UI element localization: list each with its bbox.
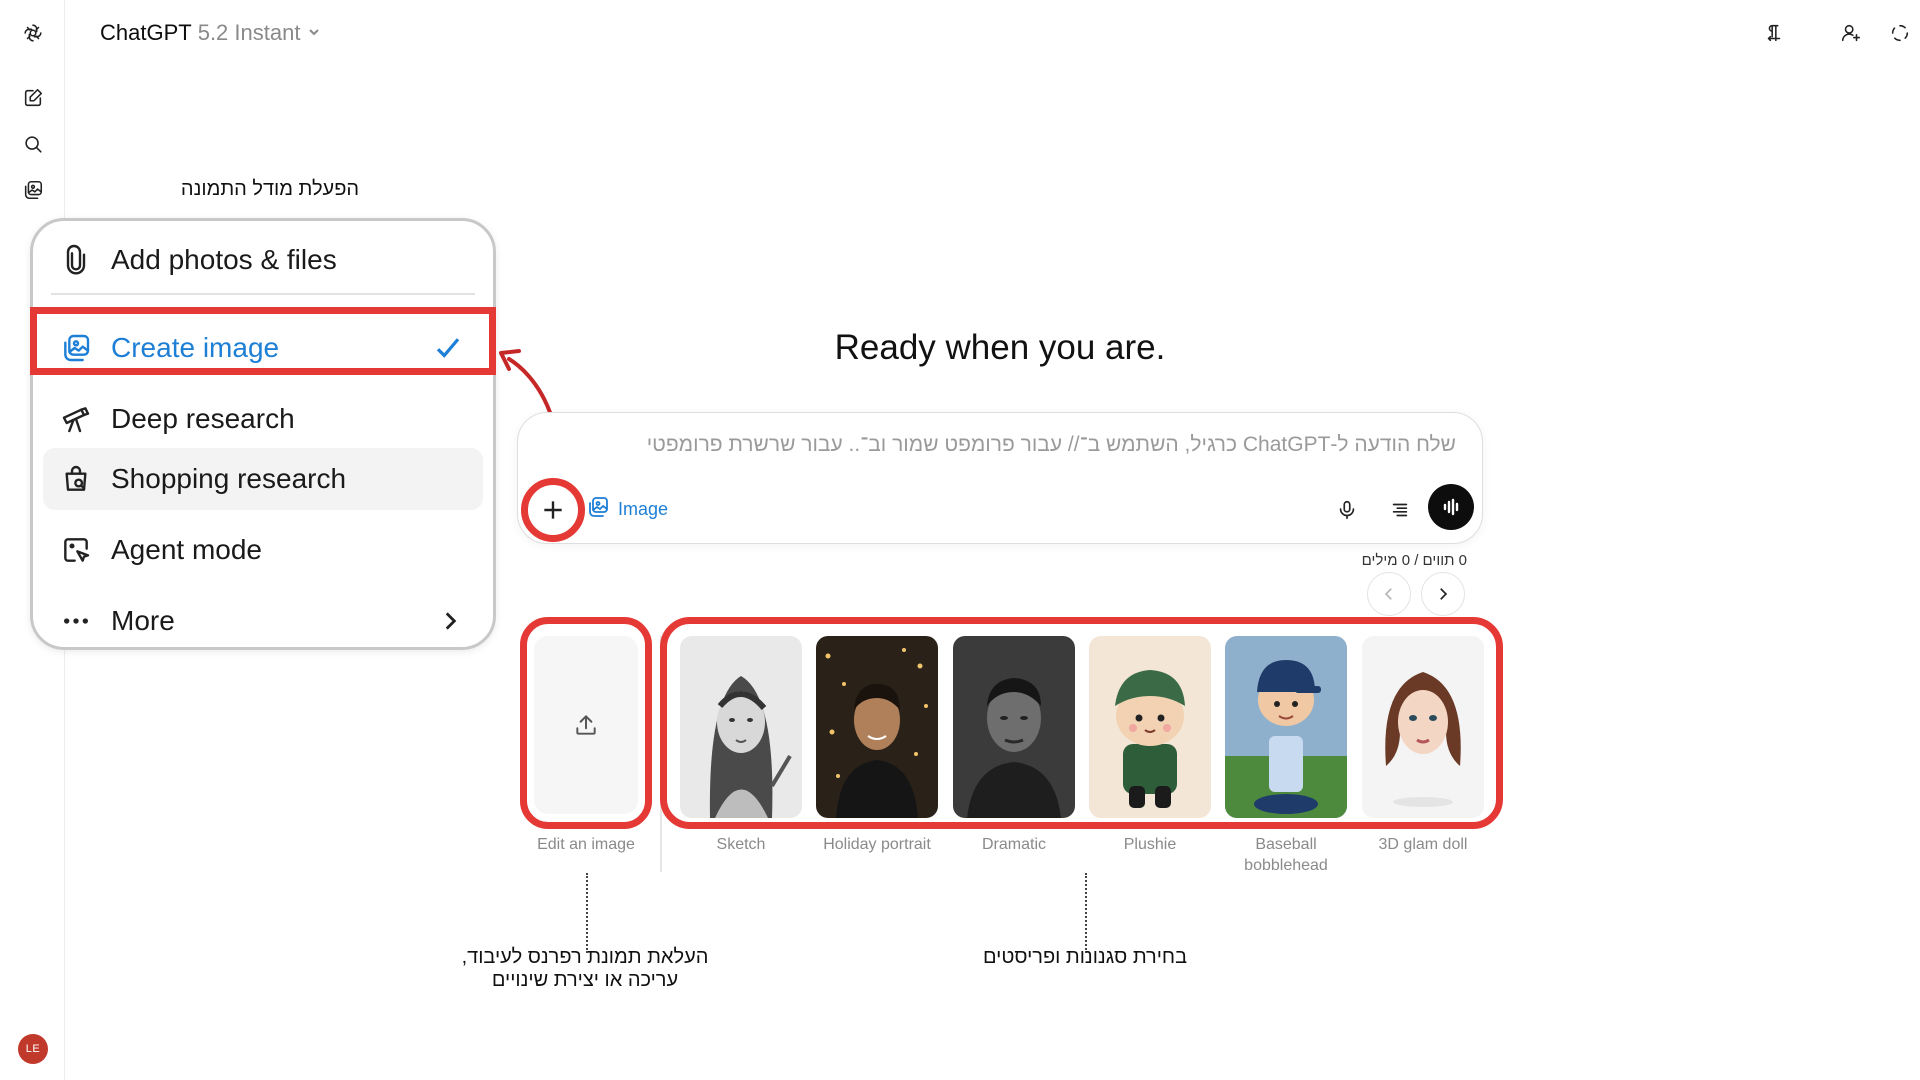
- menu-item-shopping-research[interactable]: Shopping research: [43, 448, 483, 510]
- edit-image-card[interactable]: [534, 636, 638, 814]
- model-name: ChatGPT: [100, 20, 192, 45]
- images-icon[interactable]: [17, 174, 49, 206]
- carousel-prev-button[interactable]: [1367, 572, 1411, 616]
- presets-highlight-frame: [660, 617, 1503, 829]
- menu-item-agent-mode[interactable]: Agent mode: [43, 519, 483, 581]
- model-variant: 5.2 Instant: [197, 20, 301, 45]
- upload-annotation: העלאת תמונת רפרנס לעיבוד, עריכה או יצירת…: [461, 946, 709, 991]
- menu-item-label: Deep research: [111, 403, 295, 434]
- plus-icon: [544, 501, 562, 519]
- openai-logo-icon[interactable]: [17, 17, 49, 49]
- menu-item-deep-research[interactable]: Deep research: [43, 388, 483, 450]
- plus-menu: Add photos & files Create image Deep res…: [30, 218, 496, 650]
- preset-label: Holiday portrait: [823, 836, 931, 853]
- chevron-down-icon: [306, 20, 322, 46]
- agent-cursor-icon: [57, 531, 95, 569]
- image-mode-chip[interactable]: Image: [586, 494, 668, 524]
- page-title: Ready when you are.: [834, 328, 1166, 367]
- upload-icon: [576, 715, 596, 735]
- upload-leader-line: [586, 873, 588, 953]
- search-icon[interactable]: [17, 128, 49, 160]
- chevron-right-icon: [437, 608, 463, 634]
- styles-leader-line: [1085, 873, 1087, 953]
- create-image-highlight-frame: [30, 307, 496, 375]
- carousel-next-button[interactable]: [1421, 572, 1465, 616]
- preset-label: 3D glam doll: [1378, 836, 1468, 853]
- menu-item-label: Shopping research: [111, 463, 347, 494]
- avatar[interactable]: LE: [18, 1034, 48, 1064]
- menu-item-label: Add photos & files: [111, 244, 337, 275]
- styles-annotation: בחירת סגנונות ופריסטים: [982, 946, 1188, 968]
- preset-label: Plushie: [1123, 836, 1177, 853]
- menu-item-label: Agent mode: [111, 534, 262, 565]
- menu-item-more[interactable]: More: [43, 590, 483, 652]
- new-chat-icon[interactable]: [17, 82, 49, 114]
- preset-label: Dramatic: [981, 836, 1046, 853]
- menu-divider: [51, 293, 475, 295]
- prompt-input[interactable]: שלח הודעה ל-ChatGPT כרגיל, השתמש ב־// עב…: [648, 433, 1456, 457]
- menu-item-label: More: [111, 605, 175, 636]
- add-person-icon[interactable]: [1834, 16, 1868, 50]
- image-icon: [586, 495, 610, 524]
- chevron-left-icon: [1384, 588, 1392, 600]
- menu-caption-annotation: הפעלת מודל התמונה: [180, 178, 360, 200]
- telescope-icon: [57, 400, 95, 438]
- preset-label: Sketch: [716, 836, 766, 853]
- temporary-chat-icon[interactable]: [1883, 16, 1917, 50]
- edit-card-label: Edit an image: [537, 836, 635, 853]
- plus-button[interactable]: [521, 478, 585, 542]
- paperclip-icon: [57, 241, 95, 279]
- waveform-icon: [1443, 498, 1459, 516]
- model-selector[interactable]: ChatGPT 5.2 Instant: [100, 18, 322, 48]
- menu-item-add-photos[interactable]: Add photos & files: [43, 229, 483, 291]
- shopping-bag-icon: [57, 460, 95, 498]
- microphone-icon[interactable]: [1327, 490, 1367, 530]
- chevron-right-icon: [1440, 588, 1448, 600]
- more-dots-icon: [57, 602, 95, 640]
- image-chip-label: Image: [618, 498, 669, 519]
- rtl-direction-icon[interactable]: [1757, 16, 1791, 50]
- prompt-list-icon[interactable]: [1380, 490, 1420, 530]
- word-counter: 0 תווים / 0 מילים: [1361, 552, 1467, 569]
- voice-mode-button[interactable]: [1428, 484, 1474, 530]
- preset-label: Baseball bobblehead: [1244, 836, 1328, 874]
